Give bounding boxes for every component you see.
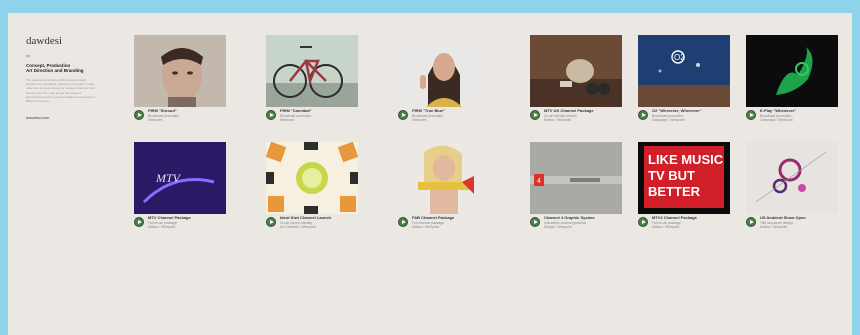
tile-caption: MTV UK Channel Package On-air identity r… [530, 109, 622, 129]
thumbnail-blonde-woman[interactable] [398, 142, 490, 214]
tile-credit: Wirepoint [412, 117, 427, 122]
tile-caption: US Ambient Show Open Title sequence desi… [746, 216, 838, 236]
like-music-line3: BETTER [648, 184, 701, 199]
play-icon[interactable] [398, 217, 408, 227]
tile-credit: Campaign / Wirepoint [652, 117, 685, 122]
tile-credit: Motion / Wirepoint [412, 224, 440, 229]
thumbnail-portrait-woman[interactable] [398, 35, 490, 107]
tile-credit: Motion / Wirepoint [760, 224, 788, 229]
tile-credit: Design / Wirepoint [544, 224, 572, 229]
portfolio-tile[interactable]: LIKE MUSIC TV BUT BETTER MTV2 Channel Pa… [638, 142, 730, 236]
portfolio-page: dawdesi by Concept, Production Art Direc… [8, 13, 852, 335]
sidebar-byline: by [26, 53, 31, 58]
play-icon[interactable] [746, 217, 756, 227]
sidebar-description: The selected work here within includes b… [26, 78, 96, 104]
portfolio-tile[interactable]: 4 Channel 4 Graphic System Interactive c… [530, 142, 622, 236]
play-icon[interactable] [746, 110, 756, 120]
tile-caption: Channel 4 Graphic System Interactive cha… [530, 216, 622, 236]
tile-credit: Motion / Wirepoint [544, 117, 572, 122]
thumbnail-o2-bubbles[interactable]: O2 [638, 35, 730, 107]
portfolio-tile[interactable]: O2 O2 "Wherever, Whenever" Broadcast pro… [638, 35, 730, 129]
play-icon[interactable] [530, 110, 540, 120]
thumbnail-like-music[interactable]: LIKE MUSIC TV BUT BETTER [638, 142, 730, 214]
portfolio-tile[interactable]: FAB Channel Package Full channel package… [398, 142, 490, 236]
portfolio-tile[interactable]: FIRM "True Blue" Broadcast promotion Wir… [398, 35, 490, 129]
play-icon[interactable] [530, 217, 540, 227]
thumbnail-bicycle[interactable] [266, 35, 358, 107]
sidebar-heading-2: Art Direction and Branding [26, 68, 84, 73]
thumbnail-mtv-purple[interactable]: MTV [134, 142, 226, 214]
tile-caption: Ident Kiwi Channel Launch On-air launch … [266, 216, 358, 236]
tile-caption: FAB Channel Package Full channel package… [398, 216, 490, 236]
channel4-badge-text: 4 [537, 178, 541, 185]
like-music-line2: TV BUT [648, 168, 695, 183]
tile-caption: MTV Channel Package Full on-air package … [134, 216, 226, 236]
tile-caption: MTV2 Channel Package Full on-air package… [638, 216, 730, 236]
play-icon[interactable] [638, 110, 648, 120]
tile-credit: Campaign / Wirepoint [760, 117, 793, 122]
tile-credit: Motion / Wirepoint [652, 224, 680, 229]
portfolio-tile[interactable]: E-Play "Whenever" Broadcast promotion Ca… [746, 35, 838, 129]
tile-caption: E-Play "Whenever" Broadcast promotion Ca… [746, 109, 838, 129]
portfolio-tile[interactable]: FIRM "Cannibal" Broadcast promotion Wire… [266, 35, 358, 129]
thumbnail-portrait-man[interactable] [134, 35, 226, 107]
portfolio-tile[interactable]: MTV UK Channel Package On-air identity r… [530, 35, 622, 129]
thumbnail-room-headphones[interactable] [530, 35, 622, 107]
mtv-script-text: MTV [155, 171, 182, 185]
o2-logo-text: O2 [674, 53, 685, 62]
tile-caption: O2 "Wherever, Whenever" Broadcast promot… [638, 109, 730, 129]
tile-credit: Wirepoint [148, 117, 163, 122]
portfolio-tile[interactable]: Ident Kiwi Channel Launch On-air launch … [266, 142, 358, 236]
portfolio-tile[interactable]: FIRM "Shroud" Broadcast promotion Wirepo… [134, 35, 226, 129]
play-icon[interactable] [398, 110, 408, 120]
play-icon[interactable] [638, 217, 648, 227]
thumbnail-kiwi-pattern[interactable] [266, 142, 358, 214]
thumbnail-channel4-grey[interactable]: 4 [530, 142, 622, 214]
tile-caption: FIRM "True Blue" Broadcast promotion Wir… [398, 109, 490, 129]
thumbnail-ambient-circles[interactable] [746, 142, 838, 214]
sidebar: dawdesi by Concept, Production Art Direc… [26, 35, 96, 120]
tile-credit: Wirepoint [280, 117, 295, 122]
play-icon[interactable] [266, 110, 276, 120]
like-music-line1: LIKE MUSIC [648, 152, 724, 167]
play-icon[interactable] [134, 110, 144, 120]
portfolio-tile[interactable]: MTV MTV Channel Package Full on-air pack… [134, 142, 226, 236]
portfolio-tile[interactable]: US Ambient Show Open Title sequence desi… [746, 142, 838, 236]
tile-credit: Art Direction / Wirepoint [280, 224, 316, 229]
tile-caption: FIRM "Shroud" Broadcast promotion Wirepo… [134, 109, 226, 129]
play-icon[interactable] [134, 217, 144, 227]
brand-logo[interactable]: dawdesi [26, 35, 96, 47]
tile-credit: Motion / Wirepoint [148, 224, 176, 229]
sidebar-website-link[interactable]: dawdesi.com [26, 115, 96, 120]
tile-caption: FIRM "Cannibal" Broadcast promotion Wire… [266, 109, 358, 129]
thumbnail-green-hand[interactable] [746, 35, 838, 107]
play-icon[interactable] [266, 217, 276, 227]
